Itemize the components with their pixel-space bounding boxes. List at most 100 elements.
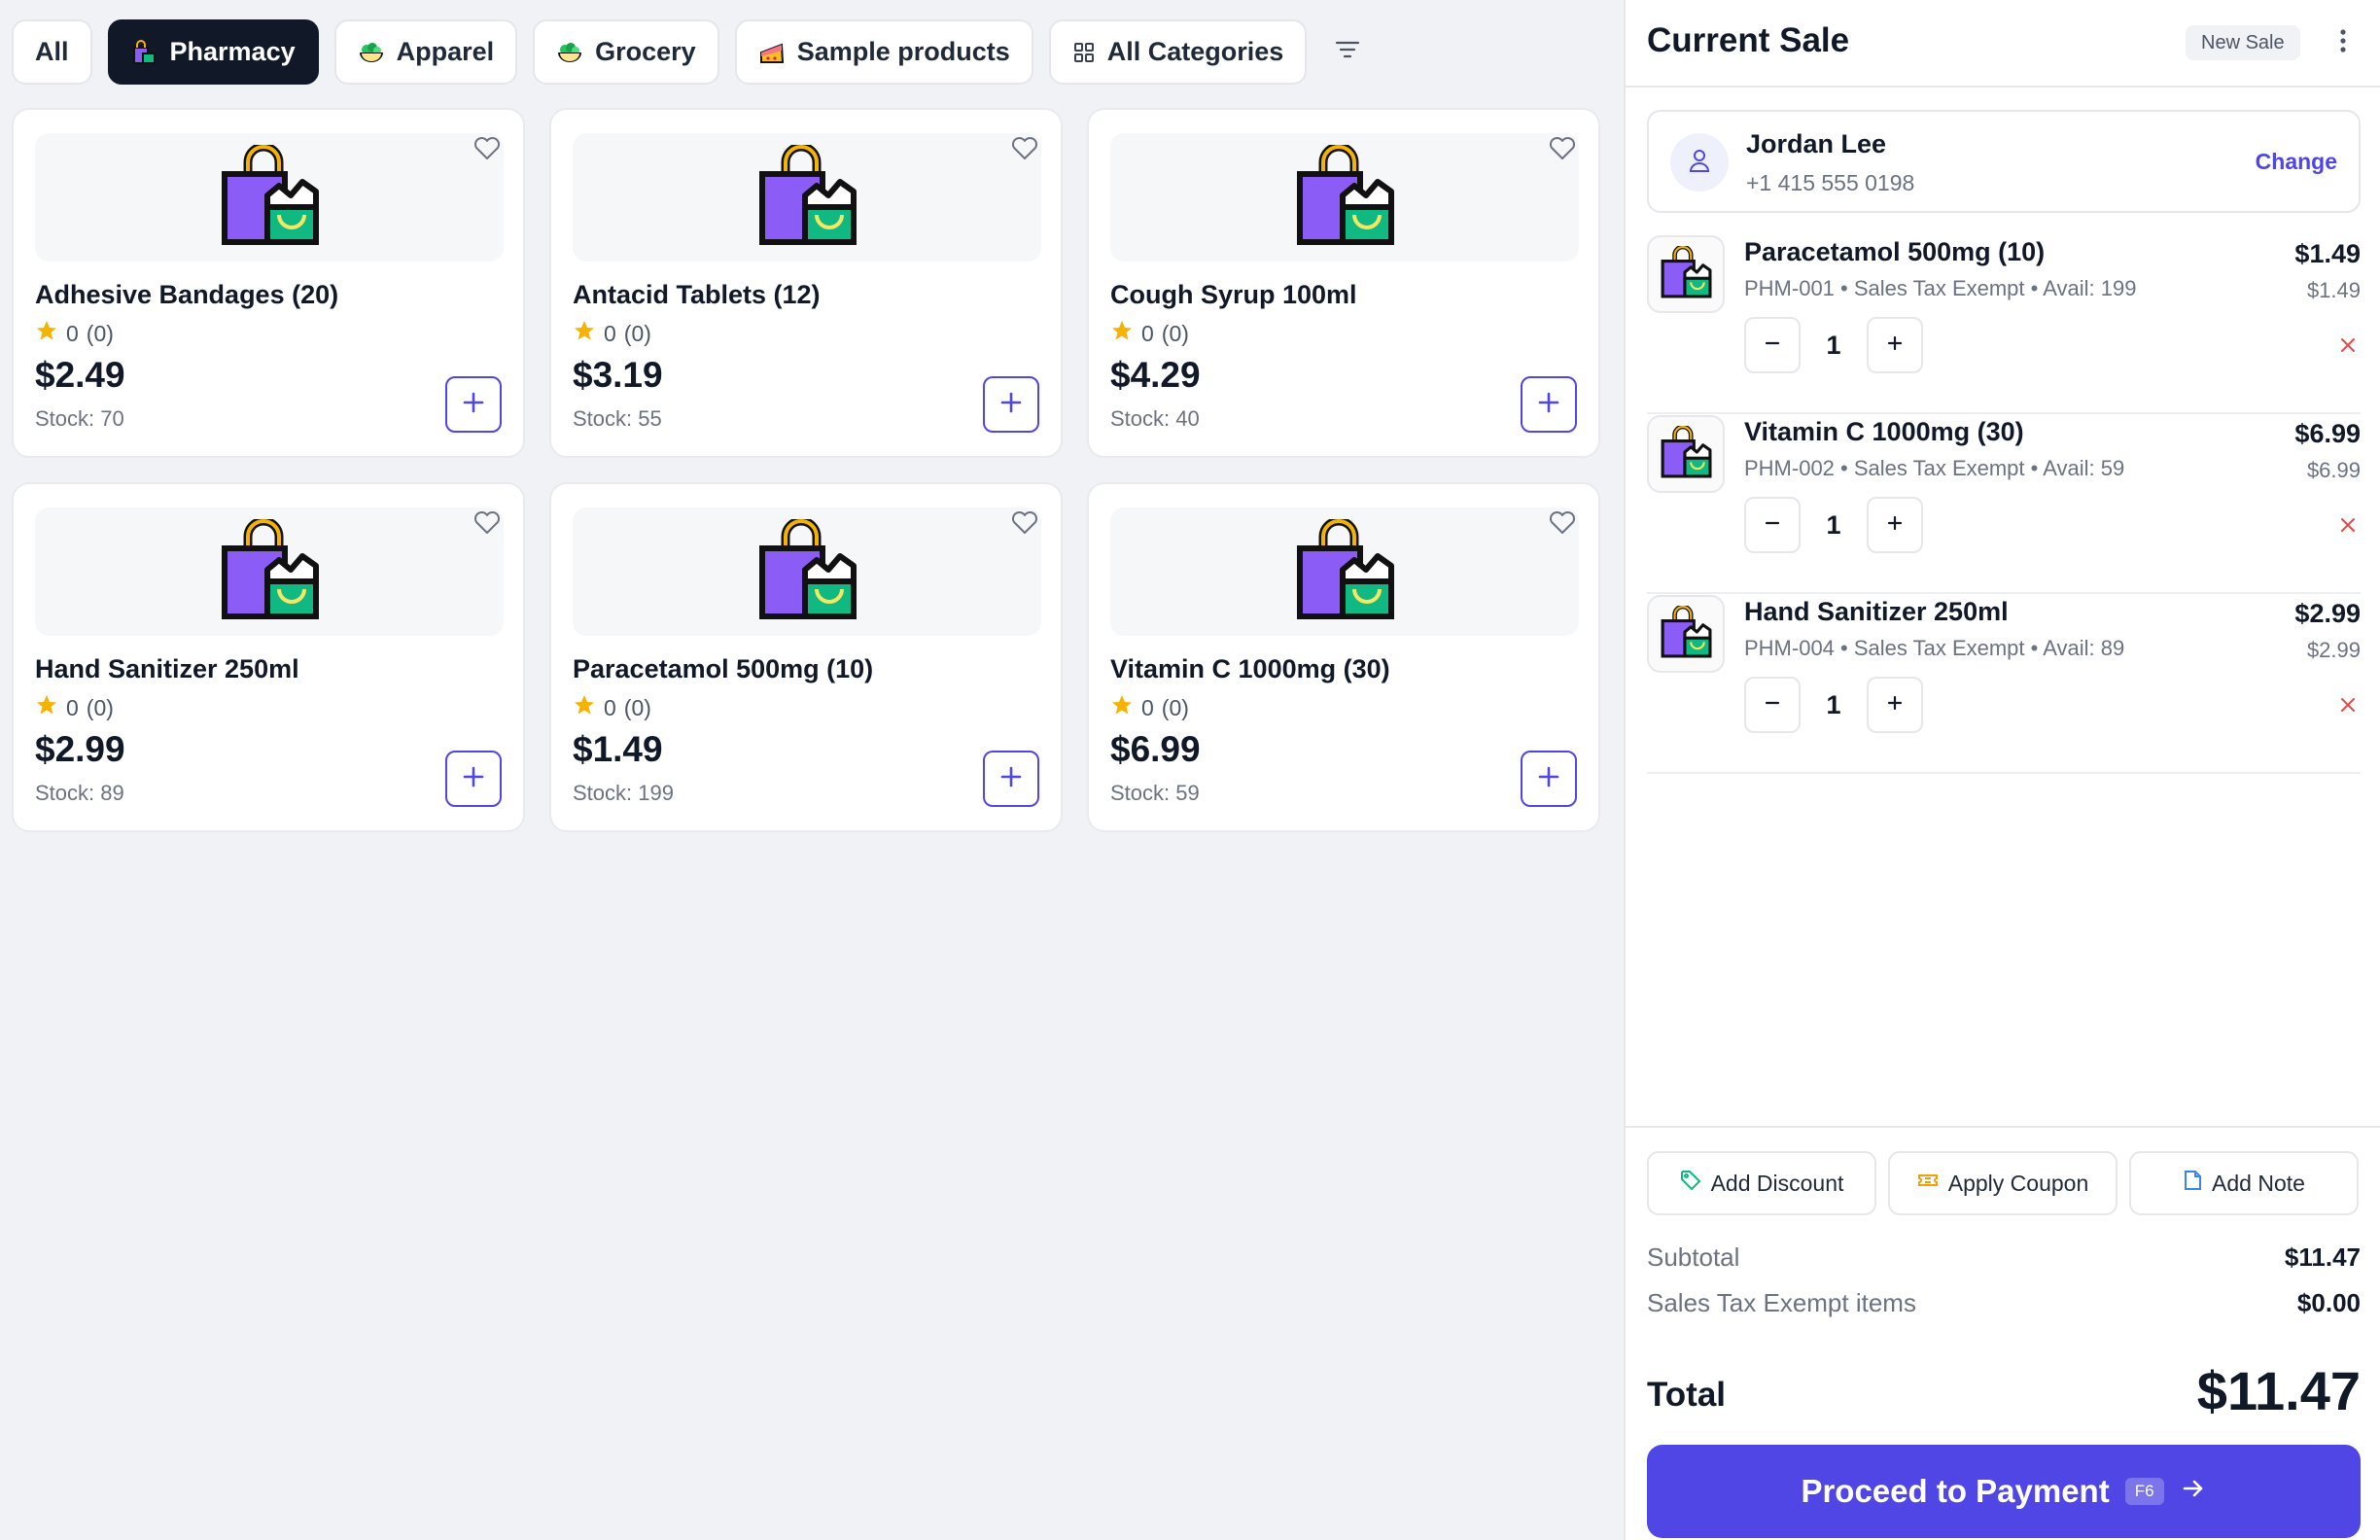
product-stock: Stock: 59 [1110, 781, 1200, 805]
add-note-button[interactable]: Add Note [2129, 1151, 2359, 1215]
plus-icon [460, 389, 487, 421]
current-sale-panel: Current Sale New Sale Jordan Lee +1 415 … [1624, 0, 2380, 1540]
tax-label: Sales Tax Exempt items [1647, 1288, 1916, 1317]
decrease-quantity-button[interactable] [1744, 317, 1801, 373]
plus-icon [998, 389, 1025, 421]
favorite-heart-icon[interactable] [1548, 508, 1577, 537]
product-image [1110, 508, 1579, 636]
increase-quantity-button[interactable] [1867, 677, 1923, 733]
product-name: Cough Syrup 100ml [1110, 280, 1357, 309]
tab-apparel[interactable]: Apparel [333, 19, 518, 85]
favorite-heart-icon[interactable] [1010, 133, 1039, 162]
increase-quantity-button[interactable] [1867, 317, 1923, 373]
remove-item-button[interactable] [2335, 514, 2361, 540]
avatar [1670, 133, 1729, 192]
favorite-heart-icon[interactable] [472, 508, 502, 537]
filter-icon [1333, 35, 1362, 69]
sale-actions: Add Discount Apply Coupon Add Note [1647, 1151, 2359, 1215]
line-item-name: Hand Sanitizer 250ml [1744, 597, 2009, 626]
rating-value: 0 [66, 320, 79, 346]
line-item-meta: PHM-001 • Sales Tax Exempt • Avail: 199 [1744, 276, 2137, 300]
product-image [1110, 133, 1579, 262]
add-to-sale-button[interactable] [983, 376, 1039, 433]
shopping-bags-icon [756, 516, 858, 625]
product-image [35, 133, 504, 262]
grid-icon [1072, 41, 1096, 64]
salad-bowl-icon [556, 39, 583, 66]
minus-icon [1763, 333, 1782, 358]
plus-icon [1535, 763, 1562, 795]
shopping-bags-icon [1294, 516, 1395, 625]
tab-grocery[interactable]: Grocery [533, 19, 719, 85]
line-item-name: Vitamin C 1000mg (30) [1744, 417, 2024, 446]
product-image [573, 133, 1041, 262]
add-to-sale-button[interactable] [1521, 751, 1577, 807]
quantity-value[interactable]: 1 [1801, 690, 1867, 720]
line-item-unit-price: $1.49 [2306, 278, 2361, 302]
decrease-quantity-button[interactable] [1744, 497, 1801, 553]
total-label: Total [1647, 1376, 1727, 1414]
total-value: $11.47 [2196, 1360, 2361, 1421]
arrow-right-icon [2180, 1473, 2207, 1510]
product-card[interactable]: Hand Sanitizer 250ml 0 (0) $2.99 Stock: … [12, 482, 525, 832]
quantity-value[interactable]: 1 [1801, 331, 1867, 361]
pay-label: Proceed to Payment [1801, 1473, 2110, 1509]
remove-item-button[interactable] [2335, 694, 2361, 719]
favorite-heart-icon[interactable] [1010, 508, 1039, 537]
tab-label: Grocery [595, 37, 696, 66]
plus-icon [1535, 389, 1562, 421]
tag-icon [1680, 1170, 1701, 1197]
product-card[interactable]: Antacid Tablets (12) 0 (0) $3.19 Stock: … [549, 108, 1063, 458]
sale-line-item: Hand Sanitizer 250ml PHM-004 • Sales Tax… [1647, 595, 2361, 774]
plus-icon [1885, 333, 1905, 358]
product-rating: 0 (0) [573, 319, 651, 348]
tab-sample-products[interactable]: Sample products [734, 19, 1033, 85]
apply-coupon-button[interactable]: Apply Coupon [1888, 1151, 2118, 1215]
line-item-thumbnail [1647, 235, 1725, 313]
product-card[interactable]: Vitamin C 1000mg (30) 0 (0) $6.99 Stock:… [1087, 482, 1600, 832]
proceed-to-payment-button[interactable]: Proceed to Payment F6 [1647, 1445, 2361, 1538]
tab-all-categories[interactable]: All Categories [1048, 19, 1308, 85]
line-item-meta: PHM-002 • Sales Tax Exempt • Avail: 59 [1744, 456, 2125, 480]
favorite-heart-icon[interactable] [1548, 133, 1577, 162]
shopping-bags-icon [1294, 142, 1395, 251]
add-discount-button[interactable]: Add Discount [1647, 1151, 1876, 1215]
product-stock: Stock: 40 [1110, 406, 1200, 431]
product-card[interactable]: Adhesive Bandages (20) 0 (0) $2.49 Stock… [12, 108, 525, 458]
quantity-stepper: 1 [1744, 677, 1923, 733]
favorite-heart-icon[interactable] [472, 133, 502, 162]
decrease-quantity-button[interactable] [1744, 677, 1801, 733]
product-name: Hand Sanitizer 250ml [35, 654, 299, 683]
subtotal-row: Subtotal $11.47 [1647, 1242, 2361, 1273]
customer-card: Jordan Lee +1 415 555 0198 Change [1647, 110, 2361, 213]
increase-quantity-button[interactable] [1867, 497, 1923, 553]
tab-pharmacy[interactable]: Pharmacy [107, 19, 319, 85]
shopping-bags-icon [219, 142, 320, 251]
add-to-sale-button[interactable] [445, 751, 502, 807]
rating-value: 0 [1141, 320, 1154, 346]
change-customer-button[interactable]: Change [2256, 149, 2337, 175]
plus-icon [998, 763, 1025, 795]
product-rating: 0 (0) [573, 693, 651, 722]
filter-button[interactable] [1322, 19, 1373, 85]
add-to-sale-button[interactable] [445, 376, 502, 433]
product-card[interactable]: Cough Syrup 100ml 0 (0) $4.29 Stock: 40 [1087, 108, 1600, 458]
review-count: (0) [86, 694, 114, 720]
more-options-button[interactable] [2326, 25, 2361, 60]
minus-icon [1763, 513, 1782, 538]
star-icon [1110, 319, 1134, 348]
add-to-sale-button[interactable] [983, 751, 1039, 807]
new-sale-button[interactable]: New Sale [2186, 25, 2300, 60]
ticket-icon [1917, 1170, 1939, 1197]
tab-all[interactable]: All [12, 19, 92, 85]
line-item-thumbnail [1647, 595, 1725, 673]
product-image [35, 508, 504, 636]
remove-item-button[interactable] [2335, 334, 2361, 360]
quantity-value[interactable]: 1 [1801, 510, 1867, 541]
salad-bowl-icon [358, 39, 385, 66]
product-card[interactable]: Paracetamol 500mg (10) 0 (0) $1.49 Stock… [549, 482, 1063, 832]
add-to-sale-button[interactable] [1521, 376, 1577, 433]
tab-label: Sample products [796, 37, 1010, 66]
product-stock: Stock: 199 [573, 781, 674, 805]
product-rating: 0 (0) [1110, 693, 1189, 722]
